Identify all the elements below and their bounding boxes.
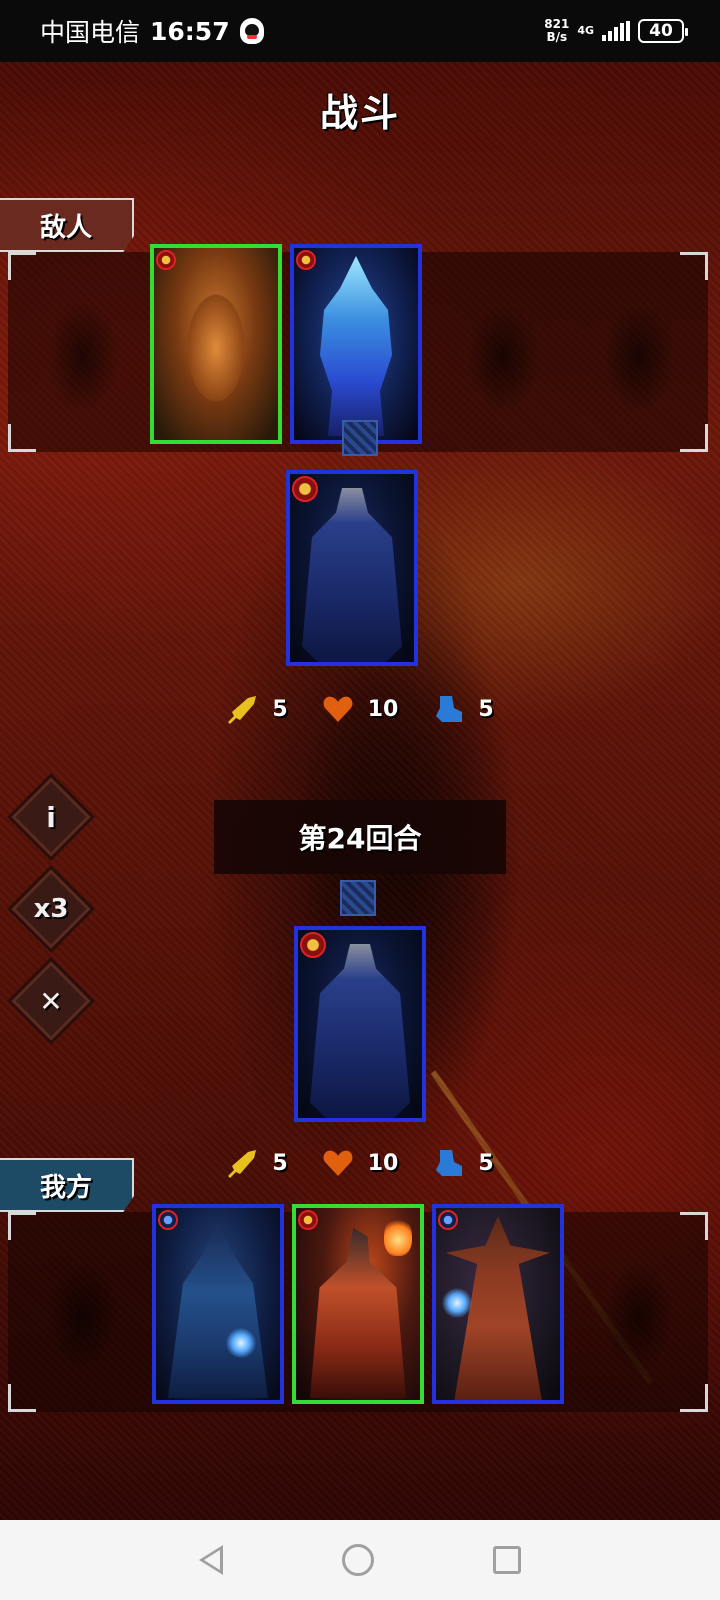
red-wizard-art — [436, 1208, 560, 1400]
ally-card-red-wizard[interactable] — [432, 1204, 564, 1404]
status-right: 821 B/s 4G 40 — [544, 18, 688, 44]
reaper-art — [290, 474, 414, 662]
health-stat: 10 — [322, 694, 399, 724]
ally-card-plague-doctor[interactable] — [292, 1204, 424, 1404]
empty-slot — [438, 252, 568, 452]
sword-icon — [228, 1150, 257, 1178]
enemy-card-crystal-knight[interactable] — [290, 244, 422, 444]
empty-slot — [18, 1212, 148, 1412]
battery-level: 40 — [649, 21, 673, 41]
turn-banner: 第24回合 — [214, 800, 506, 874]
info-button[interactable]: i — [10, 776, 92, 858]
reaper-art — [298, 930, 422, 1118]
net-speed-unit: B/s — [546, 30, 568, 44]
card-back-icon — [340, 880, 376, 916]
network-type: 4G — [577, 24, 594, 37]
fire-element-icon — [156, 250, 176, 270]
status-bar: 中国电信 16:57 821 B/s 4G 40 — [0, 0, 720, 62]
health-value: 10 — [367, 1150, 399, 1176]
status-left: 中国电信 16:57 — [40, 13, 264, 49]
enemy-card-beast[interactable] — [150, 244, 282, 444]
back-icon[interactable] — [199, 1545, 224, 1575]
health-value: 10 — [367, 696, 399, 722]
boot-icon — [436, 1150, 463, 1176]
health-stat: 10 — [322, 1148, 399, 1178]
water-element-icon — [158, 1210, 178, 1230]
boot-icon — [436, 696, 463, 722]
heart-icon — [323, 1150, 353, 1176]
close-icon: ✕ — [39, 984, 63, 1018]
water-element-icon — [438, 1210, 458, 1230]
clock: 16:57 — [150, 16, 230, 46]
fire-element-icon — [300, 932, 326, 958]
home-icon[interactable] — [341, 1544, 374, 1576]
plague-doctor-art — [296, 1208, 420, 1400]
fireball — [384, 1216, 412, 1256]
close-button[interactable]: ✕ — [10, 960, 92, 1042]
enemy-stats: 5 10 5 — [0, 694, 720, 724]
recent-apps-icon[interactable] — [492, 1546, 521, 1574]
system-nav-bar — [0, 1520, 720, 1600]
speed-button[interactable]: x3 — [10, 868, 92, 950]
attack-stat: 5 — [226, 694, 288, 724]
enemy-tag: 敌人 — [0, 198, 134, 252]
heart-icon — [323, 696, 353, 722]
ally-card-water-mage[interactable] — [152, 1204, 284, 1404]
speed-stat: 5 — [432, 694, 494, 724]
fire-element-icon — [292, 476, 318, 502]
sword-icon — [228, 696, 257, 724]
battery-icon: 40 — [638, 19, 688, 43]
empty-slot — [18, 252, 148, 452]
battle-screen: 中国电信 16:57 821 B/s 4G 40 战斗 敌人 5 10 5 i … — [0, 0, 720, 1600]
water-mage-art — [156, 1208, 280, 1400]
speed-value: 5 — [478, 1150, 494, 1176]
ally-stats: 5 10 5 — [0, 1148, 720, 1178]
card-back-icon — [342, 420, 378, 456]
info-icon: i — [46, 800, 56, 834]
speed-label: x3 — [33, 894, 69, 924]
speed-value: 5 — [478, 696, 494, 722]
page-title: 战斗 — [319, 91, 400, 135]
ally-combat-card[interactable] — [294, 926, 426, 1122]
qq-icon — [239, 18, 264, 44]
carrier-name: 中国电信 — [40, 18, 141, 47]
attack-value: 5 — [272, 1150, 288, 1176]
water-orb — [226, 1328, 256, 1358]
attack-stat: 5 — [226, 1148, 288, 1178]
beast-art — [154, 248, 278, 440]
fire-element-icon — [298, 1210, 318, 1230]
signal-icon — [602, 21, 630, 41]
net-speed: 821 B/s — [544, 18, 569, 44]
crystal-knight-art — [294, 248, 418, 440]
enemy-combat-card[interactable] — [286, 470, 418, 666]
empty-slot — [574, 252, 704, 452]
attack-value: 5 — [272, 696, 288, 722]
water-orb — [442, 1288, 472, 1318]
empty-slot — [574, 1212, 704, 1412]
speed-stat: 5 — [432, 1148, 494, 1178]
fire-element-icon — [296, 250, 316, 270]
